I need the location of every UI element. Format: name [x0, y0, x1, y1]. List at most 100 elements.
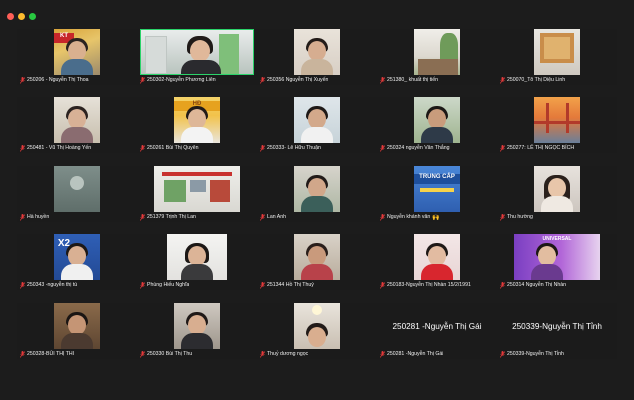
participant-video	[140, 29, 254, 75]
participant-tile[interactable]: TRUNG CẤP Nguyễn khánh vân 🙌	[377, 166, 497, 222]
participant-tile[interactable]: 250481 - Vũ Thị Hoàng Yến	[17, 97, 137, 153]
participant-video	[174, 303, 220, 349]
muted-mic-icon	[20, 144, 25, 152]
participant-label: 250281 -Nguyễn Thị Gái	[380, 349, 443, 359]
participant-video	[414, 234, 460, 280]
participant-name: 250302-Nguyễn Phương Liên	[147, 77, 216, 83]
participant-tile[interactable]: 250183-Nguyễn Thị Nhàn 15/2/1991	[377, 234, 497, 290]
participant-label: 250261 Bùi Thị Quyên	[140, 143, 199, 153]
participant-tile[interactable]: 250328-BÙI THỊ THI	[17, 303, 137, 359]
participant-name: 250356 Nguyễn Thị Xuyến	[267, 77, 329, 83]
close-window-button[interactable]	[7, 13, 14, 20]
muted-mic-icon	[140, 350, 145, 358]
participant-label: 250314 Nguyễn Thị Nhàn	[500, 280, 566, 290]
participant-label: 251380_ khuất thị tiến	[380, 75, 438, 85]
participant-tile[interactable]: KT 250206 - Nguyễn Thị Thoa	[17, 29, 137, 85]
participant-label: Lan Anh	[260, 212, 286, 222]
participant-video	[294, 234, 340, 280]
muted-mic-icon	[20, 76, 25, 84]
participant-tile[interactable]: Hà huyền	[17, 166, 137, 222]
participant-tile[interactable]: 250356 Nguyễn Thị Xuyến	[257, 29, 377, 85]
participant-tile[interactable]: 250277: LÊ THỊ NGỌC BÍCH	[497, 97, 617, 153]
muted-mic-icon	[500, 213, 505, 221]
muted-mic-icon	[380, 76, 385, 84]
participant-label: 250206 - Nguyễn Thị Thoa	[20, 75, 89, 85]
participant-tile[interactable]: 250324 nguyễn Văn Thắng	[377, 97, 497, 153]
participant-tile[interactable]: 250330 Bùi Thị Thu	[137, 303, 257, 359]
participant-video: TRUNG CẤP	[414, 166, 460, 212]
participant-label: 250328-BÙI THỊ THI	[20, 349, 74, 359]
muted-mic-icon	[260, 213, 265, 221]
participant-name: 250333- Lê Hữu Thuận	[267, 145, 321, 151]
muted-mic-icon	[260, 76, 265, 84]
participant-video	[154, 166, 240, 212]
participant-tile[interactable]: 250281 -Nguyễn Thị Gái 250281 -Nguyễn Th…	[377, 303, 497, 359]
muted-mic-icon	[140, 281, 145, 289]
participant-tile[interactable]: 250333- Lê Hữu Thuận	[257, 97, 377, 153]
participant-name: 250314 Nguyễn Thị Nhàn	[507, 282, 567, 288]
participant-name: 250070_Tô Thị Diệu Linh	[507, 77, 566, 83]
muted-mic-icon	[140, 76, 145, 84]
participant-name: 250277: LÊ THỊ NGỌC BÍCH	[507, 145, 575, 151]
participant-tile[interactable]: Lan Anh	[257, 166, 377, 222]
participant-tile[interactable]: HĐ 250261 Bùi Thị Quyên	[137, 97, 257, 153]
participant-video	[294, 29, 340, 75]
participant-label: Thu hường	[500, 212, 533, 222]
participant-name: 251380_ khuất thị tiến	[387, 77, 439, 83]
muted-mic-icon	[500, 350, 505, 358]
participant-display-name: 250281 -Nguyễn Thị Gái	[392, 321, 482, 331]
participant-label: 250343 -nguyễn thị tú	[20, 280, 77, 290]
participant-label: 250070_Tô Thị Diệu Linh	[500, 75, 565, 85]
muted-mic-icon	[260, 144, 265, 152]
muted-mic-icon	[20, 213, 25, 221]
participant-video	[534, 97, 580, 143]
muted-mic-icon	[500, 144, 505, 152]
raised-hands-icon: 🙌	[432, 213, 440, 221]
participant-tile[interactable]: 250070_Tô Thị Diệu Linh	[497, 29, 617, 85]
participant-tile[interactable]: Thu hường	[497, 166, 617, 222]
participant-video	[54, 303, 100, 349]
muted-mic-icon	[380, 281, 385, 289]
participant-name: Hà huyền	[27, 214, 50, 220]
participant-name: 250183-Nguyễn Thị Nhàn 15/2/1991	[387, 282, 471, 288]
participant-video	[294, 166, 340, 212]
participant-name: 250339-Nguyễn Thị Tỉnh	[507, 351, 564, 357]
participant-tile[interactable]: UNIVERSAL 250314 Nguyễn Thị Nhàn	[497, 234, 617, 290]
muted-mic-icon	[380, 213, 385, 221]
participant-name: Thuỷ dương ngọc	[267, 351, 309, 357]
participant-label: 250330 Bùi Thị Thu	[140, 349, 192, 359]
participant-name: Phùng Hiếu Nghĩa	[147, 282, 190, 288]
participant-label: Thuỷ dương ngọc	[260, 349, 308, 359]
participant-name: 251379 Trịnh Thị Lan	[147, 214, 196, 220]
participant-video: X2	[54, 234, 100, 280]
participant-tile[interactable]: 250339-Nguyễn Thị Tỉnh 250339-Nguyễn Thị…	[497, 303, 617, 359]
participant-tile[interactable]: 250302-Nguyễn Phương Liên	[137, 29, 257, 85]
muted-mic-icon	[260, 350, 265, 358]
participant-name: Nguyễn khánh vân	[387, 214, 431, 220]
minimize-window-button[interactable]	[18, 13, 25, 20]
maximize-window-button[interactable]	[29, 13, 36, 20]
participant-tile[interactable]: X2 250343 -nguyễn thị tú	[17, 234, 137, 290]
muted-mic-icon	[380, 144, 385, 152]
participant-name: Lan Anh	[267, 214, 287, 220]
muted-mic-icon	[20, 350, 25, 358]
participant-label: 251379 Trịnh Thị Lan	[140, 212, 196, 222]
participant-label: 250183-Nguyễn Thị Nhàn 15/2/1991	[380, 280, 471, 290]
participant-label: Phùng Hiếu Nghĩa	[140, 280, 189, 290]
participant-label: 250339-Nguyễn Thị Tỉnh	[500, 349, 564, 359]
participant-video	[534, 166, 580, 212]
muted-mic-icon	[500, 76, 505, 84]
participant-name: 250324 nguyễn Văn Thắng	[387, 145, 450, 151]
muted-mic-icon	[140, 144, 145, 152]
participant-tile[interactable]: 251379 Trịnh Thị Lan	[137, 166, 257, 222]
participant-name: 250206 - Nguyễn Thị Thoa	[27, 77, 89, 83]
participant-name: 251344 Hồ Thị Thuý	[267, 282, 314, 288]
participant-tile[interactable]: Thuỷ dương ngọc	[257, 303, 377, 359]
participant-tile[interactable]: Phùng Hiếu Nghĩa	[137, 234, 257, 290]
participant-tile[interactable]: 251380_ khuất thị tiến	[377, 29, 497, 85]
participant-label: 250277: LÊ THỊ NGỌC BÍCH	[500, 143, 574, 153]
participant-gallery: KT 250206 - Nguyễn Thị Thoa 250302-Nguyễ…	[17, 29, 617, 371]
participant-tile[interactable]: 251344 Hồ Thị Thuý	[257, 234, 377, 290]
participant-label: Nguyễn khánh vân 🙌	[380, 212, 440, 222]
participant-label: 250324 nguyễn Văn Thắng	[380, 143, 450, 153]
